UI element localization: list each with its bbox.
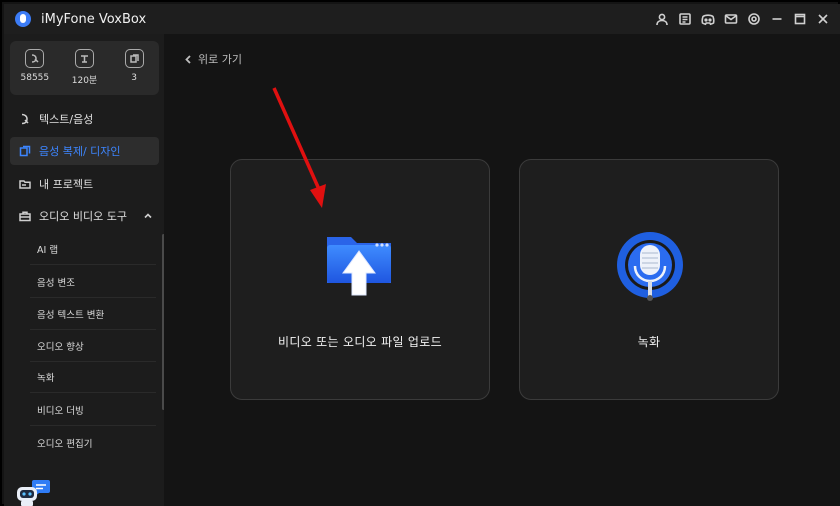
app-logo-icon — [15, 11, 31, 27]
submenu-item-video-dubbing[interactable]: 비디오 더빙 — [30, 395, 156, 426]
settings-icon[interactable] — [746, 12, 761, 27]
stat-clones: 3 — [114, 49, 154, 95]
sidebar-item-label: 오디오 비디오 도구 — [39, 210, 127, 223]
submenu-item-audio-editor[interactable]: 오디오 편집기 — [30, 427, 156, 458]
sidebar-item-my-projects[interactable]: 내 프로젝트 — [10, 170, 159, 198]
stat-characters-value: 58555 — [20, 73, 50, 83]
sidebar-item-text-to-speech[interactable]: 텍스트/음성 — [10, 105, 159, 133]
duration-icon — [74, 49, 94, 68]
mail-icon[interactable] — [723, 12, 738, 27]
record-card-label: 녹화 — [637, 335, 661, 349]
back-label: 위로 가기 — [198, 53, 242, 66]
minimize-icon[interactable] — [769, 12, 784, 27]
gift-icon[interactable] — [677, 12, 692, 27]
tts-icon — [21, 113, 29, 125]
sidebar-item-av-tools[interactable]: 오디오 비디오 도구 — [10, 202, 159, 230]
sidebar-item-label: 음성 복제/ 디자인 — [39, 145, 121, 158]
clone-count-icon — [124, 49, 144, 68]
toolbox-icon — [19, 211, 31, 222]
submenu-item-audio-enhance[interactable]: 오디오 향상 — [30, 331, 156, 362]
submenu-item-ai-lab[interactable]: AI 랩 — [30, 234, 156, 265]
back-button[interactable]: 위로 가기 — [184, 51, 242, 67]
stat-clones-value: 3 — [131, 73, 137, 83]
close-icon[interactable] — [815, 12, 830, 27]
app-title: iMyFone VoxBox — [41, 11, 147, 27]
usage-stats-panel: 58555 120분 3 — [10, 41, 159, 95]
title-bar-controls — [654, 4, 830, 34]
user-icon[interactable] — [654, 12, 669, 27]
upload-card-label: 비디오 또는 오디오 파일 업로드 — [278, 335, 442, 349]
upload-file-card[interactable]: 비디오 또는 오디오 파일 업로드 — [230, 159, 490, 400]
stat-characters: 58555 — [15, 49, 55, 95]
maximize-icon[interactable] — [792, 12, 807, 27]
upload-folder-icon — [327, 237, 391, 296]
microphone-icon — [617, 232, 683, 301]
stat-duration-value: 120분 — [71, 76, 98, 86]
character-count-icon — [25, 49, 45, 68]
stat-duration: 120분 — [64, 49, 104, 95]
clone-icon — [19, 145, 31, 157]
discord-icon[interactable] — [700, 12, 715, 27]
app-window: iMyFone VoxBox 58555 120분 3 텍스트/음성 음성 복제… — [0, 0, 840, 506]
sidebar-item-label: 텍스트/음성 — [39, 113, 94, 126]
chevron-up-icon[interactable] — [143, 211, 153, 221]
chatbot-icon[interactable] — [16, 480, 52, 506]
sidebar: 58555 120분 3 텍스트/음성 음성 복제/ 디자인 내 프로젝트 오디… — [4, 34, 165, 506]
main-content: 위로 가기 비디오 또는 오디오 파일 업로드 녹화 — [164, 34, 840, 506]
submenu-item-voice-changer[interactable]: 음성 변조 — [30, 267, 156, 298]
folder-icon — [19, 180, 31, 189]
title-bar: iMyFone VoxBox — [4, 4, 840, 34]
sidebar-item-label: 내 프로젝트 — [39, 178, 94, 191]
chevron-left-icon — [185, 54, 191, 64]
sidebar-item-voice-clone[interactable]: 음성 복제/ 디자인 — [10, 137, 159, 165]
record-card[interactable]: 녹화 — [519, 159, 779, 400]
submenu-item-recording[interactable]: 녹화 — [30, 362, 156, 393]
submenu-item-speech-to-text[interactable]: 음성 텍스트 변환 — [30, 299, 156, 330]
